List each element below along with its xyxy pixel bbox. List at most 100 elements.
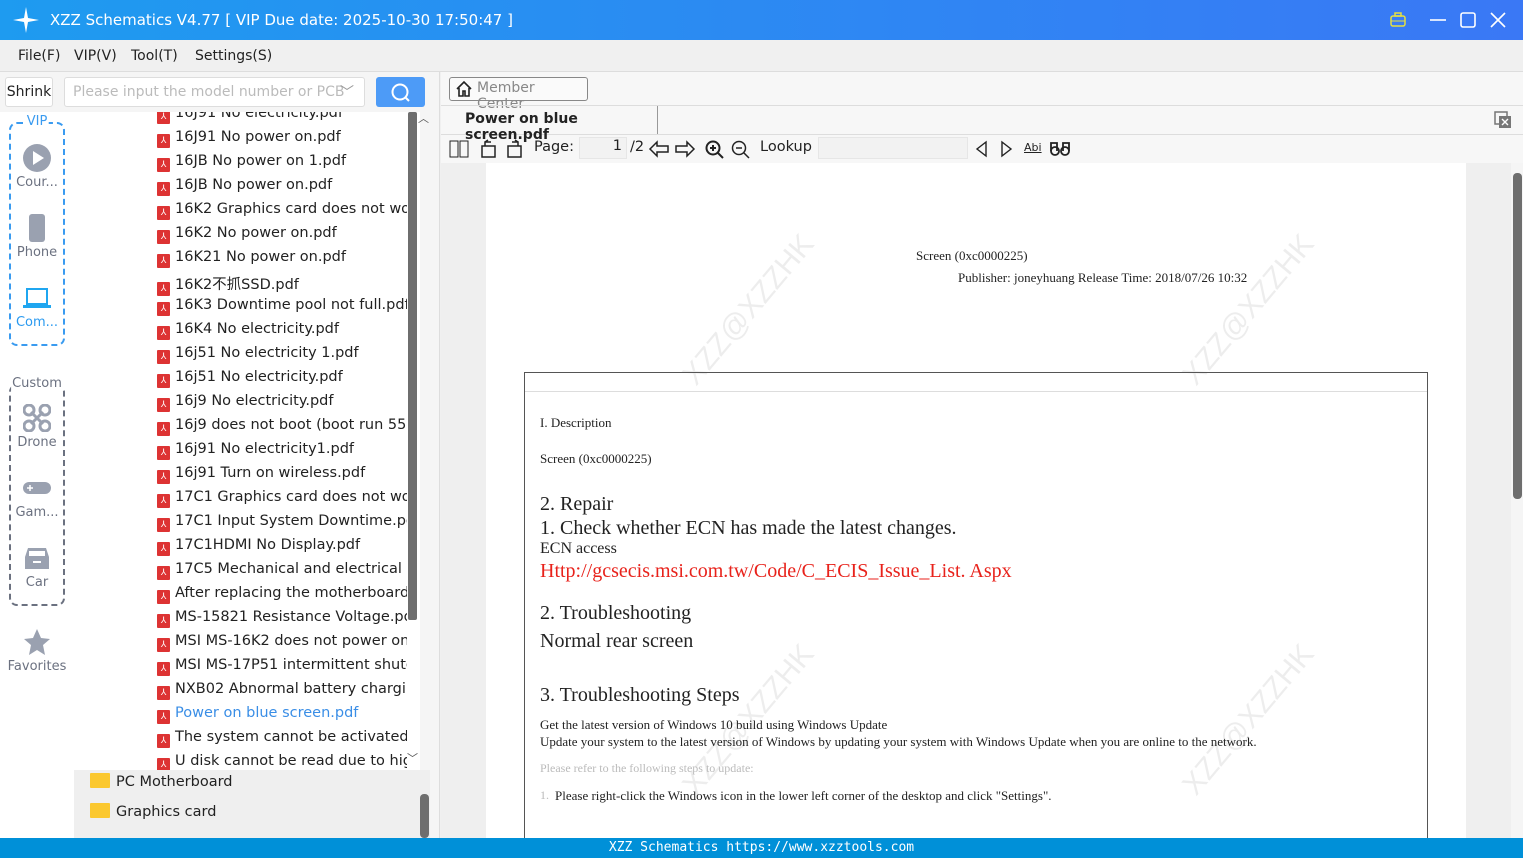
doc-text: Update your system to the latest version… (540, 734, 1257, 749)
find-next-icon[interactable] (1000, 140, 1014, 158)
maximize-icon[interactable] (1459, 11, 1477, 29)
file-name: 16K2 No power on.pdf (175, 225, 337, 241)
nav-item-favorites[interactable]: Favorites (0, 628, 74, 674)
find-previous-icon[interactable] (974, 140, 988, 158)
scrollbar-thumb[interactable] (1513, 173, 1522, 499)
tree-file-item[interactable]: ⅄ 16K2 No power on.pdf (157, 225, 407, 249)
two-page-icon[interactable] (449, 140, 469, 158)
zoom-in-icon[interactable] (705, 140, 725, 160)
app-logo-icon (13, 7, 39, 33)
scroll-up-icon[interactable]: ︿ (418, 110, 429, 126)
page-number-input[interactable]: 1 (579, 137, 627, 159)
match-case-icon[interactable]: Abi (1024, 141, 1042, 154)
tree-file-item[interactable]: ⅄ 16j9 No electricity.pdf (157, 393, 407, 417)
member-center-button[interactable]: Member Center (449, 77, 588, 112)
tree-file-item[interactable]: ⅄ U disk cannot be read due to high (157, 753, 407, 770)
doc-link[interactable]: Http://gcsecis.msi.com.tw/Code/C_ECIS_Is… (540, 560, 1012, 583)
tree-file-item[interactable]: ⅄ 17C1 Input System Downtime.pdf (157, 513, 407, 537)
tree-file-item[interactable]: ⅄ MS-15821 Resistance Voltage.pdf (157, 609, 407, 633)
pdf-icon: ⅄ (157, 350, 170, 364)
folder-scrollbar[interactable] (420, 794, 429, 838)
custom-group-label: Custom (11, 376, 63, 391)
tree-file-item[interactable]: ⅄ 16j9 does not boot (boot run 55, K (157, 417, 407, 441)
lookup-input[interactable] (818, 137, 968, 159)
nav-item-games[interactable]: Gam... (0, 474, 74, 520)
scroll-down-icon[interactable]: ﹀ (407, 750, 418, 766)
nav-label: Favorites (7, 659, 67, 674)
tree-file-item[interactable]: ⅄ MSI MS-16K2 does not power on a (157, 633, 407, 657)
nav-item-phone[interactable]: Phone (0, 214, 74, 260)
pdf-icon: ⅄ (157, 422, 170, 436)
next-page-icon[interactable] (674, 140, 696, 158)
car-icon (25, 548, 49, 569)
file-name: 16K4 No electricity.pdf (175, 321, 339, 337)
home-icon (456, 80, 472, 97)
close-icon[interactable] (1489, 11, 1507, 29)
tree-file-item[interactable]: ⅄ Power on blue screen.pdf (157, 705, 407, 729)
tree-file-item[interactable]: ⅄ 17C1HDMI No Display.pdf (157, 537, 407, 561)
menu-tool[interactable]: Tool(T) (131, 48, 178, 64)
rotate-left-icon[interactable] (479, 139, 499, 159)
nav-label: Car (25, 575, 49, 590)
shrink-button[interactable]: Shrink (5, 77, 53, 107)
file-name: 16K2不抓SSD.pdf (175, 277, 299, 293)
tree-file-item[interactable]: ⅄ The system cannot be activated.pd (157, 729, 407, 753)
tree-file-item[interactable]: ⅄ 16K21 No power on.pdf (157, 249, 407, 273)
tree-file-item[interactable]: ⅄ 16K2 Graphics card does not work. (157, 201, 407, 225)
doc-text: Please right-click the Windows icon in t… (555, 788, 1052, 803)
tree-file-item[interactable]: ⅄ 16J91 No electricity.pdf (157, 112, 407, 129)
tree-file-item[interactable]: ⅄ 17C5 Mechanical and electrical do (157, 561, 407, 585)
tree-file-item[interactable]: ⅄ 16K4 No electricity.pdf (157, 321, 407, 345)
folder-graphics-card[interactable]: Graphics card (90, 803, 216, 820)
tree-file-item[interactable]: ⅄ 16JB No power on 1.pdf (157, 153, 407, 177)
binoculars-icon[interactable] (1049, 139, 1071, 157)
tree-file-item[interactable]: ⅄ 16JB No power on.pdf (157, 177, 407, 201)
tree-file-item[interactable]: ⅄ 16J91 No power on.pdf (157, 129, 407, 153)
folder-pc-motherboard[interactable]: PC Motherboard (90, 773, 233, 790)
file-tree: ⅄ 16J91 No electricity.pdf ⅄ 16J91 No power… (74, 112, 420, 770)
folder-label: Graphics card (116, 804, 217, 820)
category-nav: VIP Custom Cour... Phone Com... Drone Ga… (0, 112, 74, 838)
file-name: 16JB No power on.pdf (175, 177, 333, 193)
pdf-icon: ⅄ (157, 470, 170, 484)
tree-file-item[interactable]: ⅄ 16K3 Downtime pool not full.pdf (157, 297, 407, 321)
tree-scrollbar[interactable] (408, 112, 417, 620)
nav-item-drone[interactable]: Drone (0, 404, 74, 450)
tree-file-item[interactable]: ⅄ 16j91 No electricity1.pdf (157, 441, 407, 465)
nav-label: Com... (15, 315, 59, 330)
file-name: 17C5 Mechanical and electrical do (175, 561, 407, 577)
zoom-out-icon[interactable] (731, 140, 751, 160)
file-name: Power on blue screen.pdf (175, 705, 359, 721)
menu-vip[interactable]: VIP(V) (74, 48, 117, 64)
file-name: 16j9 No electricity.pdf (175, 393, 334, 409)
file-name: 17C1 Input System Downtime.pdf (175, 513, 407, 529)
menu-file[interactable]: File(F) (18, 48, 60, 64)
tree-file-item[interactable]: ⅄ After replacing the motherboard, t (157, 585, 407, 609)
tab-document[interactable]: Power on blue screen.pdf (441, 106, 658, 143)
pdf-icon: ⅄ (157, 398, 170, 412)
document-scrollbar[interactable] (1511, 163, 1523, 838)
tree-file-item[interactable]: ⅄ 16j51 No electricity.pdf (157, 369, 407, 393)
chevron-down-icon[interactable]: ﹀ (340, 82, 354, 102)
tree-file-item[interactable]: ⅄ 16j51 No electricity 1.pdf (157, 345, 407, 369)
close-tab-icon[interactable] (1494, 111, 1512, 129)
star-icon (24, 629, 50, 655)
tree-file-item[interactable]: ⅄ 16j91 Turn on wireless.pdf (157, 465, 407, 489)
minimize-icon[interactable] (1429, 11, 1447, 29)
search-button[interactable] (376, 77, 425, 107)
file-name: MSI MS-16K2 does not power on a (175, 633, 407, 649)
rotate-right-icon[interactable] (505, 139, 525, 159)
briefcase-icon[interactable] (1389, 11, 1407, 29)
tree-file-item[interactable]: ⅄ MSI MS-17P51 intermittent shutdc (157, 657, 407, 681)
previous-page-icon[interactable] (648, 140, 670, 158)
nav-item-car[interactable]: Car (0, 544, 74, 590)
nav-item-courses[interactable]: Cour... (0, 144, 74, 190)
search-input[interactable]: Please input the model number or PCB ﹀ (64, 77, 365, 107)
tree-file-item[interactable]: ⅄ 16K2不抓SSD.pdf (157, 273, 407, 297)
menu-settings[interactable]: Settings(S) (195, 48, 272, 64)
pdf-icon: ⅄ (157, 710, 170, 724)
nav-item-computer[interactable]: Com... (0, 284, 74, 330)
tree-file-item[interactable]: ⅄ NXB02 Abnormal battery charging (157, 681, 407, 705)
pdf-icon: ⅄ (157, 326, 170, 340)
tree-file-item[interactable]: ⅄ 17C1 Graphics card does not work. (157, 489, 407, 513)
